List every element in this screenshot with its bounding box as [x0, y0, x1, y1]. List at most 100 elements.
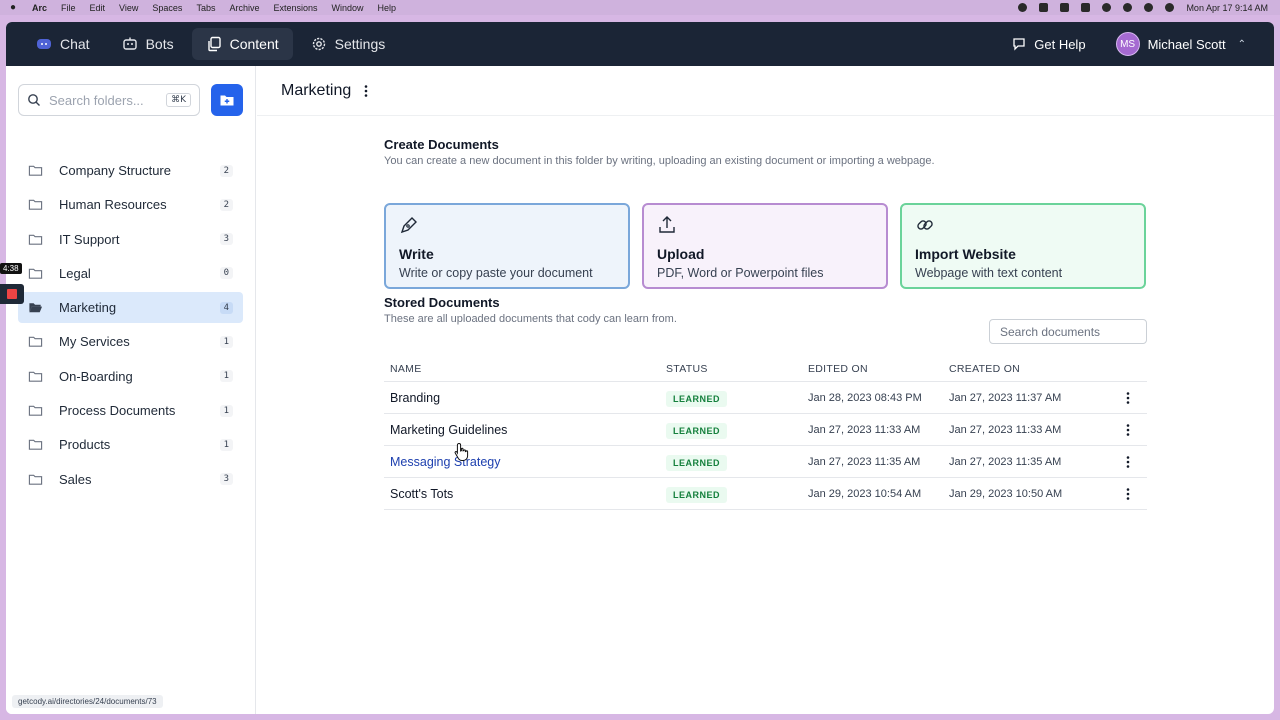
status-badge: LEARNED: [666, 390, 728, 407]
page-header: Marketing: [257, 66, 1274, 116]
row-actions[interactable]: [1109, 391, 1147, 405]
nav-chat-label: Chat: [60, 36, 90, 52]
upload-card[interactable]: Upload PDF, Word or Powerpoint files: [642, 203, 888, 289]
apple-icon[interactable]: ●: [10, 2, 24, 13]
import-website-card-desc: Webpage with text content: [915, 266, 1063, 280]
more-vertical-icon[interactable]: [359, 84, 373, 98]
folder-count: 0: [219, 267, 233, 280]
folder-item-process-documents[interactable]: Process Documents 1: [18, 395, 243, 426]
chevron-updown-icon: ⌃: [1237, 38, 1246, 50]
gear-icon: [312, 37, 325, 51]
table-header: NAME STATUS EDITED ON CREATED ON: [384, 356, 1147, 382]
more-vertical-icon[interactable]: [1121, 455, 1135, 469]
folder-item-my-services[interactable]: My Services 1: [18, 326, 243, 357]
nav-content[interactable]: Content: [191, 28, 293, 60]
stored-documents-subtitle: These are all uploaded documents that co…: [384, 313, 677, 325]
menu-edit[interactable]: Edit: [90, 3, 106, 13]
menu-bar-clock[interactable]: Mon Apr 17 9:14 AM: [1186, 3, 1268, 13]
column-name: NAME: [390, 362, 422, 375]
search-icon[interactable]: [1165, 3, 1175, 12]
nav-bots[interactable]: Bots: [108, 28, 188, 60]
table-row[interactable]: Messaging Strategy LEARNED Jan 27, 2023 …: [384, 446, 1147, 478]
status-icon[interactable]: [1039, 3, 1049, 12]
browser-window: Chat Bots Content Settings Get Help MS M…: [6, 22, 1274, 714]
menu-arc[interactable]: Arc: [32, 3, 47, 13]
import-website-card-title: Import Website: [915, 246, 1016, 262]
menu-file[interactable]: File: [61, 3, 76, 13]
row-actions[interactable]: [1109, 455, 1147, 469]
upload-card-title: Upload: [657, 246, 705, 262]
nav-chat[interactable]: Chat: [22, 28, 104, 60]
folder-item-marketing[interactable]: Marketing 4: [18, 292, 243, 324]
write-card[interactable]: Write Write or copy paste your document: [384, 203, 630, 289]
folder-label: On-Boarding: [59, 368, 133, 384]
shortcut-badge: ⌘K: [166, 93, 191, 107]
folder-icon: [28, 165, 43, 176]
more-vertical-icon[interactable]: [1121, 423, 1135, 437]
status-cell: LEARNED: [666, 422, 808, 439]
menu-spaces[interactable]: Spaces: [152, 3, 182, 13]
menu-extensions[interactable]: Extensions: [273, 3, 317, 13]
folder-open-icon: [29, 303, 43, 313]
get-help-button[interactable]: Get Help: [1012, 36, 1086, 52]
table-row[interactable]: Branding LEARNED Jan 28, 2023 08:43 PM J…: [384, 382, 1147, 414]
folder-item-human-resources[interactable]: Human Resources 2: [18, 189, 243, 220]
folder-item-company-structure[interactable]: Company Structure 2: [18, 155, 243, 186]
stop-recording-button[interactable]: [0, 284, 24, 304]
bluetooth-icon[interactable]: [1102, 3, 1112, 12]
row-actions[interactable]: [1109, 423, 1147, 437]
edited-on: Jan 29, 2023 10:54 AM: [808, 487, 922, 500]
user-menu[interactable]: MS Michael Scott ⌃: [1115, 32, 1246, 56]
recording-timer: 4:38: [0, 263, 22, 274]
volume-icon[interactable]: [1123, 3, 1133, 12]
folder-item-products[interactable]: Products 1: [18, 429, 243, 460]
document-name[interactable]: Branding: [384, 391, 666, 405]
folder-item-on-boarding[interactable]: On-Boarding 1: [18, 361, 243, 392]
table-row[interactable]: Marketing Guidelines LEARNED Jan 27, 202…: [384, 414, 1147, 446]
folder-item-it-support[interactable]: IT Support 3: [18, 224, 243, 255]
status-cell: LEARNED: [666, 486, 808, 503]
create-documents-subtitle: You can create a new document in this fo…: [384, 155, 935, 167]
created-on: Jan 29, 2023 10:50 AM: [949, 487, 1063, 500]
page-title: Marketing: [281, 81, 352, 99]
menu-tabs[interactable]: Tabs: [196, 3, 215, 13]
menu-help[interactable]: Help: [378, 3, 397, 13]
status-icon[interactable]: [1081, 3, 1091, 12]
menu-archive[interactable]: Archive: [229, 3, 259, 13]
search-documents-input[interactable]: Search documents: [989, 319, 1147, 344]
document-name[interactable]: Marketing Guidelines: [384, 423, 666, 437]
app-menu: Arc File Edit View Spaces Tabs Archive E…: [32, 3, 396, 13]
folder-plus-icon: [220, 95, 234, 106]
import-website-card[interactable]: Import Website Webpage with text content: [900, 203, 1146, 289]
document-name[interactable]: Scott's Tots: [384, 487, 666, 501]
row-actions[interactable]: [1109, 487, 1147, 501]
menu-window[interactable]: Window: [332, 3, 364, 13]
more-vertical-icon[interactable]: [1121, 487, 1135, 501]
wifi-icon[interactable]: [1144, 3, 1154, 12]
folder-count: 2: [219, 198, 233, 211]
column-edited-on: EDITED ON: [808, 362, 868, 375]
more-vertical-icon[interactable]: [1121, 391, 1135, 405]
folder-item-legal[interactable]: Legal 0: [18, 258, 243, 289]
folder-item-sales[interactable]: Sales 3: [18, 464, 243, 495]
folder-icon: [28, 200, 43, 211]
search-folders-input[interactable]: Search folders... ⌘K: [18, 84, 200, 116]
edited-on: Jan 27, 2023 11:35 AM: [808, 455, 921, 468]
menu-view[interactable]: View: [119, 3, 138, 13]
folder-icon: [28, 337, 43, 348]
nav-settings[interactable]: Settings: [297, 28, 400, 60]
status-icon[interactable]: [1060, 3, 1070, 12]
pen-icon: [400, 217, 417, 234]
created-on: Jan 27, 2023 11:35 AM: [949, 455, 1062, 468]
table-row[interactable]: Scott's Tots LEARNED Jan 29, 2023 10:54 …: [384, 478, 1147, 510]
get-help-label: Get Help: [1034, 36, 1086, 52]
edited-on: Jan 27, 2023 11:33 AM: [808, 423, 921, 436]
nav-right: Get Help MS Michael Scott ⌃: [1012, 32, 1274, 56]
new-folder-button[interactable]: [211, 84, 243, 116]
folder-label: Legal: [59, 265, 91, 281]
edited-on: Jan 28, 2023 08:43 PM: [808, 391, 922, 404]
folder-count: 3: [219, 473, 233, 486]
status-icon[interactable]: [1018, 3, 1028, 12]
document-name[interactable]: Messaging Strategy: [384, 455, 666, 469]
stored-documents-title: Stored Documents: [384, 295, 500, 310]
